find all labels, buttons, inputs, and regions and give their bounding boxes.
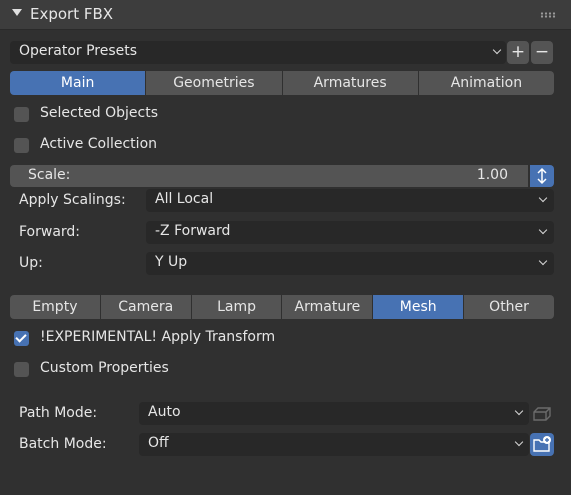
tab-animation[interactable]: Animation — [418, 71, 554, 95]
tab-armatures[interactable]: Armatures — [282, 71, 418, 95]
custom-properties-checkbox[interactable] — [14, 362, 29, 377]
tab-geometries[interactable]: Geometries — [146, 71, 282, 95]
type-empty-toggle[interactable]: Empty — [10, 295, 100, 319]
selected-objects-label: Selected Objects — [40, 105, 159, 121]
selected-objects-checkbox[interactable] — [14, 107, 29, 122]
type-other-toggle[interactable]: Other — [464, 295, 554, 319]
chevron-down-icon — [538, 256, 548, 266]
custom-properties-label: Custom Properties — [40, 360, 169, 376]
scale-label: Scale: — [28, 167, 71, 183]
apply-transform-label: !EXPERIMENTAL! Apply Transform — [40, 329, 276, 345]
drag-grip-icon[interactable] — [540, 12, 556, 18]
forward-dropdown[interactable]: -Z Forward — [146, 221, 554, 244]
scale-field[interactable]: Scale: 1.00 — [10, 165, 528, 187]
panel-title: Export FBX — [30, 5, 114, 23]
type-lamp-toggle[interactable]: Lamp — [191, 295, 282, 319]
forward-value: -Z Forward — [155, 223, 231, 239]
scale-value: 1.00 — [476, 167, 508, 183]
chevron-down-icon — [514, 406, 524, 416]
embed-textures-button[interactable] — [530, 402, 554, 425]
batch-mode-dropdown[interactable]: Off — [139, 433, 529, 456]
chevron-down-icon — [538, 225, 548, 235]
batch-own-dir-button[interactable] — [530, 433, 554, 456]
add-preset-button[interactable]: + — [507, 41, 529, 64]
chevron-down-icon — [514, 437, 524, 447]
active-collection-checkbox[interactable] — [14, 138, 29, 153]
package-icon — [533, 407, 551, 421]
main-tabs: Main Geometries Armatures Animation — [10, 71, 554, 95]
panel-header[interactable]: Export FBX — [0, 0, 571, 30]
apply-scalings-value: All Local — [155, 191, 214, 207]
chevron-down-icon — [538, 193, 548, 203]
active-collection-label: Active Collection — [40, 136, 158, 152]
type-camera-toggle[interactable]: Camera — [100, 295, 191, 319]
apply-scalings-dropdown[interactable]: All Local — [146, 189, 554, 212]
forward-label: Forward: — [19, 224, 81, 240]
path-mode-dropdown[interactable]: Auto — [139, 402, 529, 425]
batch-mode-value: Off — [148, 435, 169, 451]
tab-main[interactable]: Main — [10, 71, 146, 95]
up-dropdown[interactable]: Y Up — [146, 252, 554, 275]
apply-scalings-label: Apply Scalings: — [19, 192, 126, 208]
type-armature-toggle[interactable]: Armature — [282, 295, 373, 319]
scale-apply-unit-button[interactable] — [530, 165, 554, 187]
export-fbx-panel: Export FBX Operator Presets + − Main Geo… — [0, 0, 571, 495]
up-down-arrow-icon — [537, 167, 547, 185]
batch-mode-label: Batch Mode: — [19, 436, 107, 452]
new-folder-icon — [533, 436, 551, 452]
type-mesh-toggle[interactable]: Mesh — [373, 295, 464, 319]
operator-presets-label: Operator Presets — [19, 43, 138, 59]
operator-presets-dropdown[interactable]: Operator Presets — [10, 41, 506, 64]
chevron-down-icon — [492, 45, 502, 55]
object-type-toggles: Empty Camera Lamp Armature Mesh Other — [10, 295, 554, 319]
apply-transform-checkbox[interactable] — [14, 331, 29, 346]
up-value: Y Up — [155, 254, 188, 270]
path-mode-label: Path Mode: — [19, 405, 98, 421]
up-label: Up: — [19, 255, 43, 271]
remove-preset-button[interactable]: − — [531, 41, 553, 64]
collapse-arrow-icon[interactable] — [12, 9, 22, 16]
path-mode-value: Auto — [148, 404, 181, 420]
